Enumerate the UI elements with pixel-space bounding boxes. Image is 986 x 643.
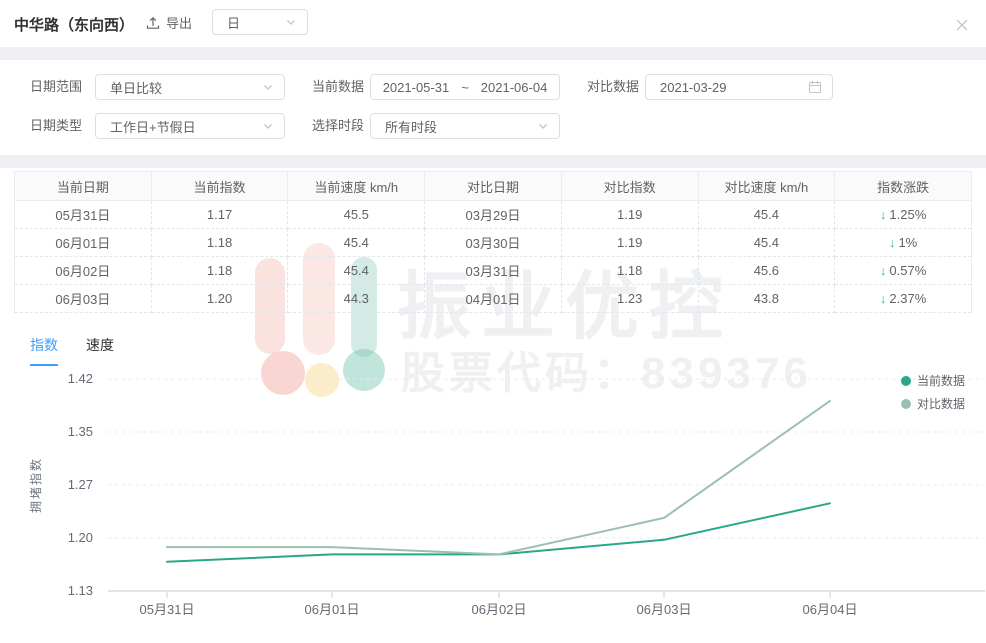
arrow-down-icon: ↓ (879, 291, 887, 306)
time-period-label: 选择时段 (312, 118, 365, 133)
filter-panel: 日期范围 单日比较 当前数据 2021-05-31 ~ 2021-06-04 对… (0, 60, 986, 155)
period-select[interactable]: 日 (212, 9, 308, 35)
x-axis-tick-label: 06月03日 (637, 602, 692, 617)
table-cell: 45.4 (698, 228, 836, 257)
line-chart: 1.13 1.20 1.27 1.35 1.42 05月31日 06月01日 06月02日 06… (28, 371, 985, 617)
table-row: 06月01日 1.18 45.4 03月30日 1.19 45.4 ↓ 1% (14, 228, 972, 257)
table-column-header: 对比指数 (561, 171, 699, 201)
series-line-当前数据 (166, 502, 831, 563)
export-icon (146, 16, 160, 29)
legend-marker (901, 399, 911, 409)
chart-tabs: 指数 速度 (30, 335, 114, 366)
table-cell: 45.6 (698, 256, 836, 285)
table-cell: 06月01日 (14, 228, 152, 257)
table-cell: 45.4 (287, 256, 426, 285)
table-cell: 1.18 (151, 256, 289, 285)
comparison-table: 当前日期 当前指数 当前速度 km/h 对比日期 对比指数 对比速度 km/h 指数涨跌 0… (14, 171, 972, 313)
table-cell: 06月03日 (14, 284, 152, 313)
table-body: 05月31日 1.17 45.5 03月29日 1.19 45.4 ↓ 1.25% 06月01日… (14, 200, 972, 313)
table-cell: 03月30日 (424, 228, 562, 257)
export-button[interactable]: 导出 (146, 13, 192, 32)
index-change-cell: ↓ 1.25% (834, 200, 972, 229)
x-axis-tick-label: 06月01日 (305, 602, 360, 617)
table-cell: 43.8 (698, 284, 836, 313)
table-cell: 05月31日 (14, 200, 152, 229)
table-column-header: 指数涨跌 (834, 171, 972, 201)
table-cell: 03月29日 (424, 200, 562, 229)
table-cell: 44.3 (287, 284, 426, 313)
tab-index[interactable]: 指数 (30, 335, 58, 366)
chevron-down-icon (264, 85, 272, 90)
x-axis-tick-label: 05月31日 (140, 602, 195, 617)
current-data-label: 当前数据 (312, 79, 365, 94)
series-line-对比数据 (166, 399, 831, 556)
table-cell: 1.18 (561, 256, 699, 285)
time-period-select[interactable]: 所有时段 (370, 113, 560, 139)
table-column-header: 当前日期 (14, 171, 152, 201)
close-icon[interactable] (954, 17, 970, 33)
arrow-down-icon: ↓ (879, 263, 887, 278)
current-data-range-picker[interactable]: 2021-05-31 ~ 2021-06-04 (370, 74, 560, 100)
index-change-cell: ↓ 2.37% (834, 284, 972, 313)
content-panel: 振业优控 股票代码：839376 当前日期 当前指数 当前速度 km/h 对比日期 对比… (0, 168, 986, 643)
chevron-down-icon (287, 20, 295, 25)
table-cell: 1.19 (561, 228, 699, 257)
table-row: 06月03日 1.20 44.3 04月01日 1.23 43.8 ↓ 2.37% (14, 284, 972, 313)
period-select-value: 日 (227, 15, 241, 31)
x-axis-tick-label: 06月02日 (472, 602, 527, 617)
y-axis-tick-label: 1.13 (68, 583, 93, 598)
legend-label: 对比数据 (917, 396, 965, 411)
table-cell: 45.4 (698, 200, 836, 229)
arrow-down-icon: ↓ (879, 207, 887, 222)
table-column-header: 当前速度 km/h (287, 171, 426, 201)
table-column-header: 对比日期 (424, 171, 562, 201)
legend-marker (901, 376, 911, 386)
index-change-cell: ↓ 0.57% (834, 256, 972, 285)
y-axis-name: 拥堵指数 (28, 457, 43, 513)
date-type-label: 日期类型 (30, 118, 83, 133)
date-range-select[interactable]: 单日比较 (95, 74, 285, 100)
y-axis-tick-label: 1.42 (68, 371, 93, 386)
tab-speed[interactable]: 速度 (86, 335, 114, 366)
date-range-value: 单日比较 (110, 80, 163, 96)
calendar-icon (808, 81, 822, 94)
table-cell: 1.23 (561, 284, 699, 313)
table-cell: 03月31日 (424, 256, 562, 285)
chevron-down-icon (539, 124, 547, 129)
top-header: 中华路（东向西） 导出 日 (0, 0, 986, 47)
compare-date-value: 2021-03-29 (660, 79, 727, 95)
compare-data-label: 对比数据 (587, 79, 640, 94)
y-axis-tick-label: 1.27 (68, 477, 93, 492)
arrow-down-icon: ↓ (888, 235, 896, 250)
table-cell: 04月01日 (424, 284, 562, 313)
table-column-header: 当前指数 (151, 171, 289, 201)
current-range-end: 2021-06-04 (480, 79, 548, 95)
date-type-value: 工作日+节假日 (110, 119, 196, 135)
legend-label: 当前数据 (917, 373, 965, 388)
export-label: 导出 (166, 16, 193, 31)
table-cell: 1.17 (151, 200, 289, 229)
table-cell: 06月02日 (14, 256, 152, 285)
y-axis-tick-label: 1.20 (68, 530, 93, 545)
table-header: 当前日期 当前指数 当前速度 km/h 对比日期 对比指数 对比速度 km/h 指数涨跌 (14, 171, 972, 201)
page-title: 中华路（东向西） (14, 17, 135, 34)
table-cell: 45.5 (287, 200, 426, 229)
table-cell: 1.18 (151, 228, 289, 257)
index-change-cell: ↓ 1% (834, 228, 972, 257)
current-range-start: 2021-05-31 (382, 79, 450, 95)
chevron-down-icon (264, 124, 272, 129)
time-period-value: 所有时段 (385, 119, 438, 135)
table-cell: 1.19 (561, 200, 699, 229)
table-column-header: 对比速度 km/h (698, 171, 836, 201)
table-row: 05月31日 1.17 45.5 03月29日 1.19 45.4 ↓ 1.25% (14, 200, 972, 229)
compare-data-picker[interactable]: 2021-03-29 (645, 74, 833, 100)
y-axis-tick-label: 1.35 (68, 424, 93, 439)
table-row: 06月02日 1.18 45.4 03月31日 1.18 45.6 ↓ 0.57% (14, 256, 972, 285)
table-cell: 45.4 (287, 228, 426, 257)
x-axis-tick-label: 06月04日 (803, 602, 858, 617)
table-cell: 1.20 (151, 284, 289, 313)
date-type-select[interactable]: 工作日+节假日 (95, 113, 285, 139)
current-range-separator: ~ (461, 79, 469, 95)
date-range-label: 日期范围 (30, 79, 83, 94)
